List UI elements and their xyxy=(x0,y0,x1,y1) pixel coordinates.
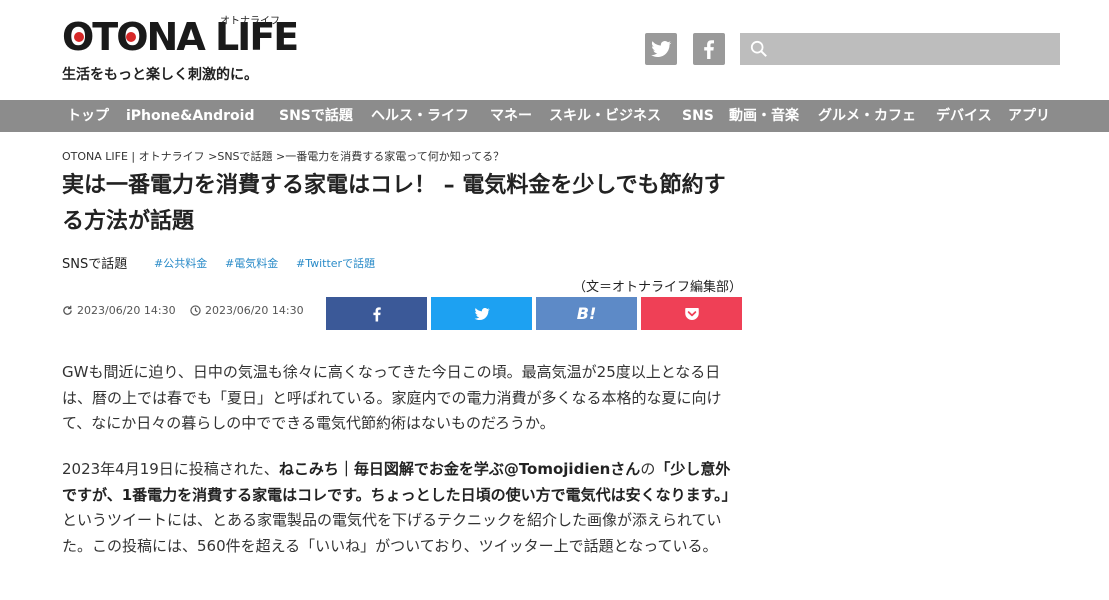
tag-public-charges[interactable]: #公共料金 xyxy=(154,255,207,271)
site-header: OTONA LIFE オトナライフ 生活をもっと楽しく刺激的に。 xyxy=(0,0,1109,100)
twitter-icon xyxy=(651,41,672,57)
logo-kana: オトナライフ xyxy=(220,16,280,27)
site-tagline: 生活をもっと楽しく刺激的に。 xyxy=(62,67,258,83)
nav-app[interactable]: アプリ xyxy=(1008,100,1050,132)
paragraph-2-particle: の xyxy=(640,460,656,478)
pocket-icon xyxy=(684,307,699,320)
published-date: 2023/06/20 14:30 xyxy=(190,304,304,317)
global-nav: トップ iPhone&Android SNSで話題 ヘルス・ライフ マネー スキ… xyxy=(0,100,1109,132)
tag-twitter-topics[interactable]: #Twitterで話題 xyxy=(296,255,375,271)
search-icon[interactable] xyxy=(750,40,768,58)
breadcrumb[interactable]: OTONA LIFE | オトナライフ >SNSで話題 >一番電力を消費する家電… xyxy=(62,148,504,164)
nav-gourmet-cafe[interactable]: グルメ・カフェ xyxy=(818,100,916,132)
twitter-icon xyxy=(474,307,490,320)
share-hatena-button[interactable]: B! xyxy=(536,297,637,330)
published-date-text: 2023/06/20 14:30 xyxy=(205,304,304,317)
clock-icon xyxy=(190,305,201,316)
article-title: 実は一番電力を消費する家電はコレ！ – 電気料金を少しでも節約する方法が話題 xyxy=(62,173,726,234)
paragraph-2: 2023年4月19日に投稿された、ねこみち｜毎日図解でお金を学ぶ@Tomojid… xyxy=(62,457,742,559)
share-facebook-button[interactable] xyxy=(326,297,427,330)
search-input[interactable] xyxy=(740,33,1060,65)
nav-skill-business[interactable]: スキル・ビジネス xyxy=(549,100,661,132)
logo-red-dot-2 xyxy=(126,32,136,42)
nav-video-music[interactable]: 動画・音楽 xyxy=(729,100,799,132)
nav-iphone-android[interactable]: iPhone&Android xyxy=(126,100,254,132)
facebook-icon xyxy=(372,306,381,321)
nav-sns[interactable]: SNS xyxy=(682,100,714,132)
updated-date: 2023/06/20 14:30 xyxy=(62,304,176,317)
tweet-author[interactable]: ねこみち｜毎日図解でお金を学ぶ@Tomojidienさん xyxy=(279,460,641,478)
nav-device[interactable]: デバイス xyxy=(936,100,992,132)
nav-money[interactable]: マネー xyxy=(490,100,532,132)
refresh-icon xyxy=(63,305,72,315)
paragraph-2-body: というツイートには、とある家電製品の電気代を下げるテクニックを紹介した画像が添え… xyxy=(62,511,722,555)
tag-electricity-bill[interactable]: #電気料金 xyxy=(225,255,278,271)
paragraph-2-intro: 2023年4月19日に投稿された、 xyxy=(62,460,279,478)
share-pocket-button[interactable] xyxy=(641,297,742,330)
hatena-bookmark-icon: B! xyxy=(576,304,597,323)
share-twitter-button[interactable] xyxy=(431,297,532,330)
category-link[interactable]: SNSで話題 xyxy=(62,253,127,272)
updated-date-text: 2023/06/20 14:30 xyxy=(77,304,176,317)
facebook-link[interactable] xyxy=(693,33,725,65)
nav-health-life[interactable]: ヘルス・ライフ xyxy=(371,100,469,132)
byline: （文＝オトナライフ編集部） xyxy=(572,280,742,295)
site-logo[interactable]: OTONA LIFE オトナライフ xyxy=(62,12,302,60)
nav-sns-topics[interactable]: SNSで話題 xyxy=(279,100,353,132)
logo-red-dot-1 xyxy=(74,32,84,42)
nav-top[interactable]: トップ xyxy=(67,100,109,132)
twitter-link[interactable] xyxy=(645,33,677,65)
paragraph-1: GWも間近に迫り、日中の気温も徐々に高くなってきた今日この頃。最高気温が25度以… xyxy=(62,363,722,432)
facebook-icon xyxy=(704,40,714,59)
